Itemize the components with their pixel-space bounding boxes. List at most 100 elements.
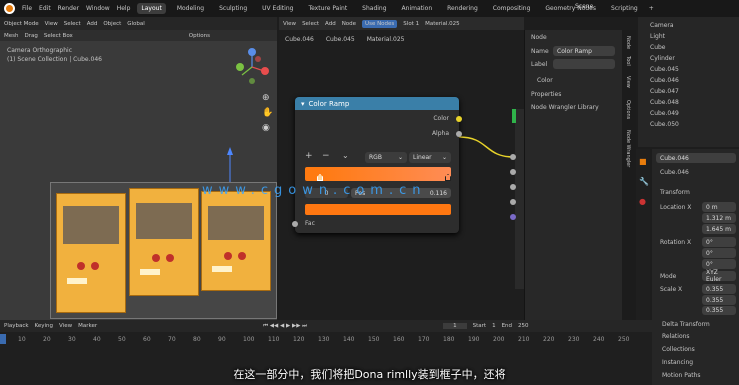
tab-node-wrangler[interactable]: Node Wrangler — [625, 130, 631, 167]
transform-section[interactable]: Transform — [660, 189, 690, 196]
outliner-item[interactable]: Cube.050 — [650, 121, 679, 128]
modifier-icon[interactable]: 🔧 — [639, 177, 649, 186]
material-icon[interactable]: ● — [639, 197, 646, 206]
color-section[interactable]: Color — [537, 77, 553, 84]
tab-animation[interactable]: Animation — [398, 3, 437, 14]
properties-section[interactable]: Properties — [531, 91, 561, 98]
menu-marker[interactable]: Marker — [78, 323, 97, 329]
add-stop-button[interactable]: + — [305, 151, 313, 161]
menu-select[interactable]: Select — [64, 21, 81, 27]
input-socket[interactable] — [510, 154, 516, 160]
menu-keying[interactable]: Keying — [35, 323, 53, 329]
instancing-section[interactable]: Instancing — [662, 359, 693, 366]
add-workspace-button[interactable]: + — [649, 5, 654, 12]
properties-search-field[interactable]: Cube.046 — [656, 153, 736, 163]
stop-color-swatch[interactable] — [305, 204, 451, 215]
tab-tool[interactable]: Tool — [625, 56, 631, 66]
node-label-field[interactable] — [553, 59, 615, 69]
output-alpha-socket[interactable] — [456, 131, 462, 137]
material-dropdown[interactable]: Material.025 — [425, 21, 460, 27]
zoom-icon[interactable]: ⊕ — [262, 93, 270, 103]
playhead[interactable] — [0, 334, 6, 344]
tab-compositing[interactable]: Compositing — [489, 3, 535, 14]
menu-add[interactable]: Add — [87, 21, 98, 27]
transform-orientation-dropdown[interactable]: Global — [127, 21, 145, 27]
tab-texture-paint[interactable]: Texture Paint — [304, 3, 351, 14]
remove-stop-button[interactable]: − — [322, 151, 330, 161]
tab-sculpting[interactable]: Sculpting — [215, 3, 251, 14]
menu-object[interactable]: Object — [103, 21, 121, 27]
location-y-field[interactable]: 1.312 m — [702, 213, 736, 223]
outliner-item[interactable]: Cube.046 — [650, 77, 679, 84]
tab-modeling[interactable]: Modeling — [173, 3, 208, 14]
breadcrumb-item[interactable]: Cube.046 — [285, 36, 314, 43]
blender-logo-icon[interactable] — [4, 3, 15, 14]
color-ramp-gradient[interactable] — [305, 167, 451, 181]
outliner-item[interactable]: Cube — [650, 44, 666, 51]
outliner-item[interactable]: Camera — [650, 22, 674, 29]
outliner-item[interactable]: Cube.047 — [650, 88, 679, 95]
outliner-item[interactable]: Cube.049 — [650, 110, 679, 117]
rotation-z-field[interactable]: 0° — [702, 259, 736, 269]
relations-section[interactable]: Relations — [662, 333, 690, 340]
tool-select-box[interactable]: Select Box — [44, 33, 73, 39]
outliner-item[interactable]: Cube.045 — [650, 66, 679, 73]
menu-edit[interactable]: Edit — [39, 5, 51, 12]
menu-render[interactable]: Render — [58, 5, 79, 12]
menu-file[interactable]: File — [22, 5, 32, 12]
breadcrumb-item[interactable]: Cube.045 — [326, 36, 355, 43]
rotation-mode-dropdown[interactable]: XYZ Euler — [702, 269, 736, 283]
menu-view[interactable]: View — [59, 323, 72, 329]
output-color-socket[interactable] — [456, 116, 462, 122]
options-dropdown[interactable]: Options — [189, 33, 210, 39]
delta-transform-section[interactable]: Delta Transform — [662, 321, 710, 328]
menu-node[interactable]: Node — [342, 21, 356, 27]
breadcrumb-item[interactable]: Material.025 — [367, 36, 405, 43]
section-node[interactable]: Node — [531, 34, 547, 41]
object-properties-icon[interactable]: ■ — [639, 157, 647, 166]
node-name-field[interactable]: Color Ramp — [553, 46, 615, 56]
tab-rendering[interactable]: Rendering — [443, 3, 482, 14]
collections-section[interactable]: Collections — [662, 346, 695, 353]
scene-selector[interactable]: Scene — [575, 3, 593, 10]
ramp-menu-button[interactable]: ⌄ — [342, 151, 349, 160]
location-x-field[interactable]: 0 m — [702, 202, 736, 212]
tab-scripting[interactable]: Scripting — [607, 3, 642, 14]
scale-x-field[interactable]: 0.355 — [702, 284, 736, 294]
menu-view[interactable]: View — [45, 21, 58, 27]
start-frame-field[interactable]: 1 — [492, 323, 496, 329]
tab-view[interactable]: View — [625, 76, 631, 88]
slot-dropdown[interactable]: Slot 1 — [403, 21, 419, 27]
playback-controls[interactable]: ⏮ ◀◀ ◀ ▶ ▶▶ ⏭ — [263, 323, 307, 330]
end-frame-field[interactable]: 250 — [518, 323, 529, 329]
input-socket[interactable] — [510, 184, 516, 190]
menu-playback[interactable]: Playback — [4, 323, 29, 329]
camera-view-icon[interactable]: ◉ — [262, 123, 270, 133]
rotation-y-field[interactable]: 0° — [702, 248, 736, 258]
tab-shading[interactable]: Shading — [358, 3, 390, 14]
location-z-field[interactable]: 1.645 m — [702, 224, 736, 234]
hand-pan-icon[interactable]: ✋ — [262, 108, 273, 118]
tool-drag[interactable]: Drag — [24, 33, 37, 39]
menu-select[interactable]: Select — [302, 21, 319, 27]
tab-layout[interactable]: Layout — [137, 3, 166, 14]
input-socket[interactable] — [510, 214, 516, 220]
color-mode-dropdown[interactable]: RGB ⌄ — [365, 152, 407, 163]
object-mode-dropdown[interactable]: Object Mode — [4, 21, 39, 27]
menu-add[interactable]: Add — [325, 21, 336, 27]
tab-uv-editing[interactable]: UV Editing — [258, 3, 297, 14]
color-ramp-node[interactable]: ▾ Color Ramp Color Alpha + − ⌄ RGB ⌄ Line… — [292, 97, 462, 233]
input-fac-socket[interactable] — [292, 221, 298, 227]
outliner-item[interactable]: Cube.048 — [650, 99, 679, 106]
tool-mesh[interactable]: Mesh — [4, 33, 18, 39]
node-header[interactable]: ▾ Color Ramp — [295, 97, 459, 110]
outliner-item[interactable]: Cylinder — [650, 55, 675, 62]
current-frame-field[interactable]: 1 — [443, 323, 467, 329]
tab-node[interactable]: Node — [625, 36, 631, 49]
collapse-icon[interactable]: ▾ — [301, 100, 305, 108]
scale-z-field[interactable]: 0.355 — [702, 306, 736, 315]
outliner-item[interactable]: Light — [650, 33, 665, 40]
input-socket[interactable] — [510, 199, 516, 205]
use-nodes-toggle[interactable]: Use Nodes — [362, 19, 398, 28]
interpolation-dropdown[interactable]: Linear ⌄ — [409, 152, 451, 163]
